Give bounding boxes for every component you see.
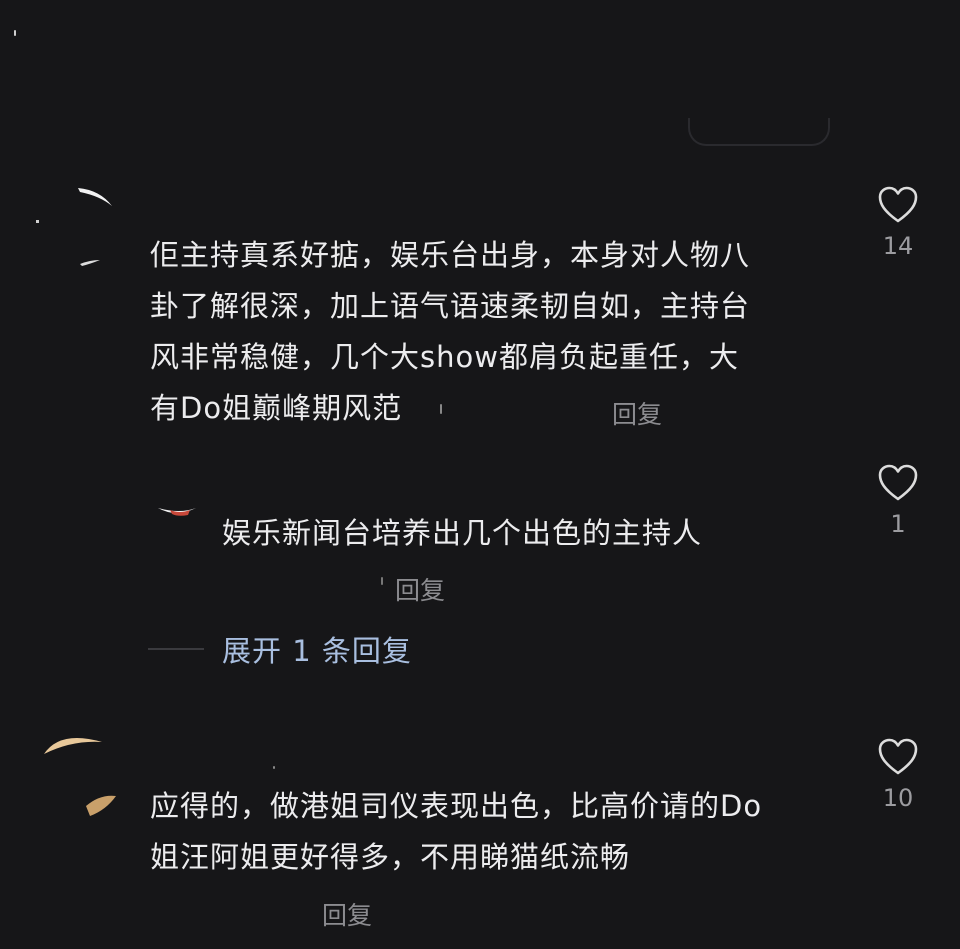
avatar[interactable]	[40, 728, 120, 823]
comment-line: 卦了解很深，加上语气语速柔韧自如，主持台	[150, 289, 751, 323]
heart-outline-icon	[878, 738, 918, 775]
heart-outline-icon	[878, 464, 918, 501]
like-count: 10	[882, 784, 914, 812]
like-button[interactable]: 10	[868, 738, 928, 812]
comment-body: 应得的，做港姐司仪表现出色，比高价请的Do 姐汪阿姐更好得多，不用睇猫纸流畅	[150, 781, 762, 883]
reply-button[interactable]: 回复	[612, 395, 662, 431]
like-button[interactable]: 14	[868, 186, 928, 260]
text-speck	[440, 404, 442, 414]
like-count: 1	[890, 510, 906, 538]
comment-line: 娱乐新闻台培养出几个出色的主持人	[222, 516, 703, 550]
comment-line: 风非常稳健，几个大show都肩负起重任，大	[150, 340, 739, 374]
reply-body: 娱乐新闻台培养出几个出色的主持人	[222, 508, 702, 559]
comment-line: 应得的，做港姐司仪表现出色，比高价请的Do	[150, 789, 763, 823]
comment-line: 佢主持真系好掂，娱乐台出身，本身对人物八	[150, 238, 751, 272]
avatar[interactable]	[30, 178, 120, 278]
reply-button[interactable]: 回复	[395, 571, 445, 607]
text-speck	[273, 766, 275, 769]
avatar[interactable]	[150, 500, 200, 520]
heart-outline-icon	[878, 186, 918, 223]
divider	[148, 648, 204, 650]
expand-replies-button[interactable]: 展开 1 条回复	[148, 628, 412, 670]
text-speck	[381, 577, 383, 585]
top-pill-outline	[688, 118, 830, 146]
reply-button[interactable]: 回复	[322, 896, 372, 932]
comment-section: 佢主持真系好掂，娱乐台出身，本身对人物八 卦了解很深，加上语气语速柔韧自如，主持…	[0, 0, 960, 949]
top-speck	[14, 30, 16, 36]
like-button[interactable]: 1	[868, 464, 928, 538]
comment-line: 姐汪阿姐更好得多，不用睇猫纸流畅	[150, 840, 631, 874]
expand-replies-label: 展开 1 条回复	[222, 634, 412, 668]
like-count: 14	[882, 232, 914, 260]
